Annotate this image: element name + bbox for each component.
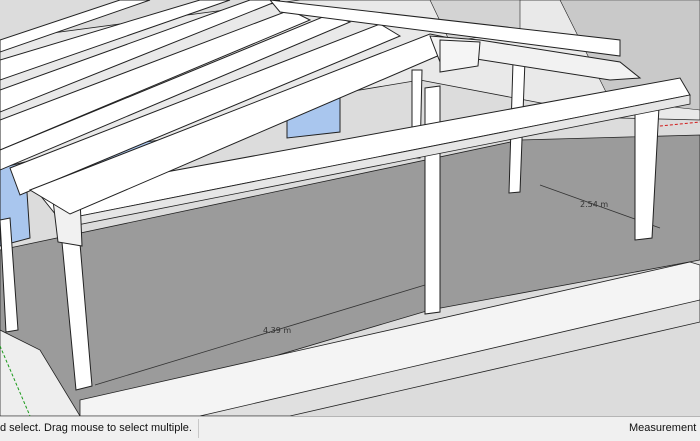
status-hint: d select. Drag mouse to select multiple. [0,422,192,434]
depth-dimension-label: 2.54 m [580,200,609,209]
width-dimension-label: 4.39 m [263,326,292,335]
status-divider [198,419,199,438]
post-front-mid [424,85,441,315]
status-bar: d select. Drag mouse to select multiple.… [0,416,700,441]
3d-viewport[interactable]: 4.39 m 2.54 m [0,0,700,416]
measurements-label: Measurement [629,422,697,434]
